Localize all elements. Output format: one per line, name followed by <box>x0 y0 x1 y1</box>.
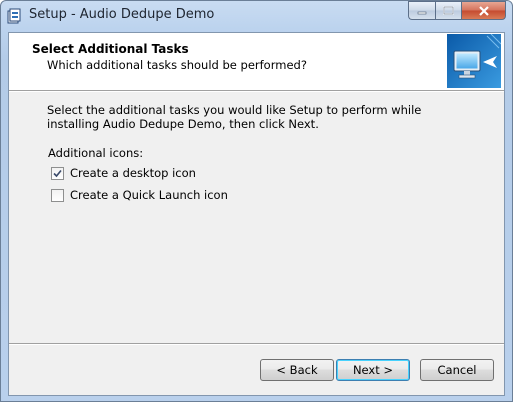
checkmark-icon <box>53 169 62 177</box>
setup-app-icon <box>7 8 21 24</box>
checkbox[interactable] <box>51 166 64 180</box>
maximize-icon <box>443 6 454 15</box>
page-title: Select Additional Tasks <box>32 42 189 56</box>
wizard-header: Select Additional Tasks Which additional… <box>9 33 504 90</box>
additional-icons-label: Additional icons: <box>48 146 144 160</box>
computer-install-icon <box>447 34 501 88</box>
setup-window: Setup - Audio Dedupe Demo Select Additio… <box>0 0 513 402</box>
back-button[interactable]: < Back <box>260 359 334 381</box>
cancel-button[interactable]: Cancel <box>420 359 494 381</box>
task-quick-launch-icon[interactable]: Create a Quick Launch icon <box>51 188 228 202</box>
minimize-button[interactable] <box>408 1 435 20</box>
close-icon <box>478 5 489 16</box>
next-button[interactable]: Next > <box>336 359 410 381</box>
wizard-client-area: Select Additional Tasks Which additional… <box>8 32 505 396</box>
task-desktop-icon[interactable]: Create a desktop icon <box>51 166 196 180</box>
page-subtitle: Which additional tasks should be perform… <box>47 58 307 72</box>
close-button[interactable] <box>461 1 506 20</box>
maximize-button[interactable] <box>435 1 461 20</box>
checkbox[interactable] <box>51 188 64 202</box>
header-separator <box>9 90 504 92</box>
description-text: Select the additional tasks you would li… <box>47 103 422 131</box>
window-title: Setup - Audio Dedupe Demo <box>29 7 215 22</box>
task-label: Create a Quick Launch icon <box>70 188 228 202</box>
caption-buttons <box>408 1 506 20</box>
title-bar[interactable]: Setup - Audio Dedupe Demo <box>1 1 512 31</box>
minimize-icon <box>417 11 427 14</box>
footer-separator <box>9 343 504 345</box>
task-label: Create a desktop icon <box>70 166 196 180</box>
